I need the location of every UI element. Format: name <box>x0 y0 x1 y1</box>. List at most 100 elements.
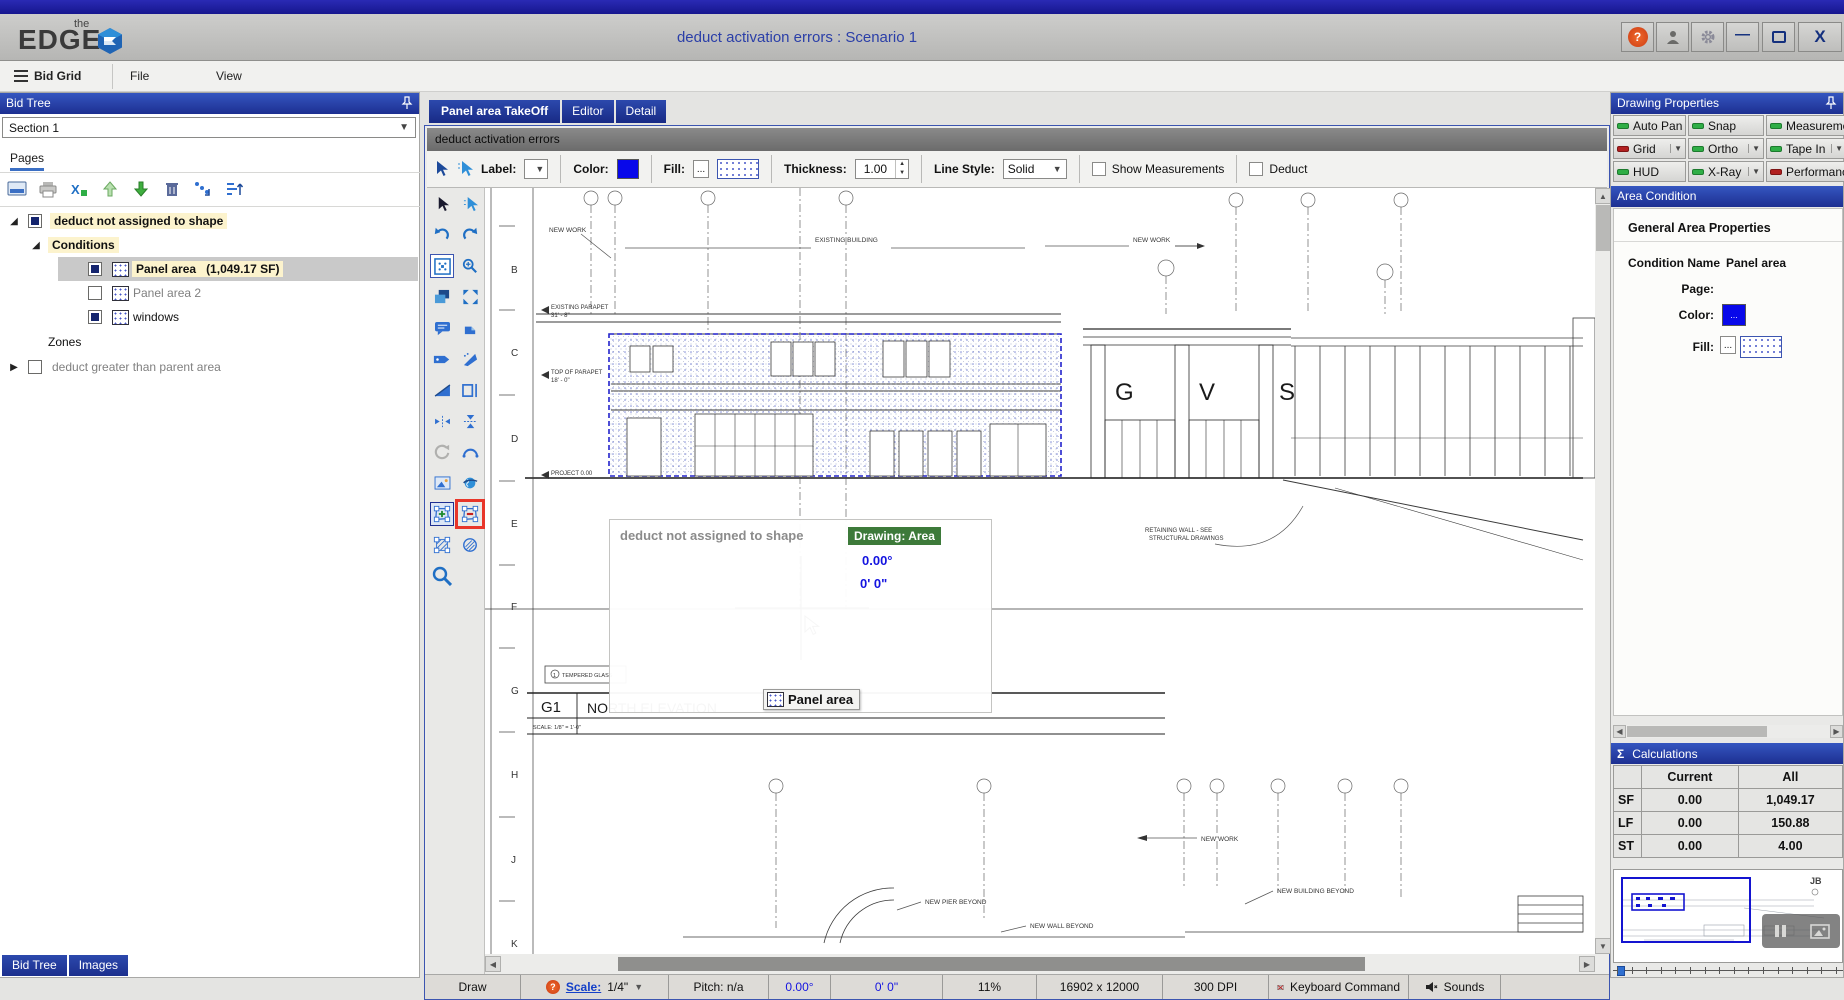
close-button[interactable]: X <box>1798 22 1842 52</box>
expander-icon[interactable]: ◢ <box>30 240 42 251</box>
scroll-left-icon[interactable]: ◀ <box>1613 725 1626 738</box>
pause-icon[interactable] <box>1773 923 1789 939</box>
scroll-right-icon[interactable]: ▶ <box>1830 725 1843 738</box>
tree-row-conditions[interactable]: ◢ Conditions <box>0 233 418 257</box>
tree-row-panel-area-2[interactable]: Panel area 2 <box>0 281 418 305</box>
status-scale[interactable]: ? Scale: 1/4" ▼ <box>521 975 669 999</box>
maximize-button[interactable] <box>1762 22 1795 52</box>
preview-icon[interactable] <box>6 179 28 199</box>
tree-row-windows[interactable]: windows <box>0 305 418 329</box>
minimize-button[interactable]: — <box>1726 22 1759 52</box>
fill-options-button[interactable]: ... <box>693 160 709 178</box>
tree-row-deduct-greater[interactable]: ▶ deduct greater than parent area <box>0 355 418 379</box>
layers-icon[interactable] <box>430 285 454 309</box>
user-account-button[interactable] <box>1656 22 1689 52</box>
rotate-icon[interactable] <box>430 440 454 464</box>
area-add-icon[interactable] <box>430 502 454 526</box>
move-up-icon[interactable] <box>99 179 121 199</box>
toggle-ortho[interactable]: Ortho▼ <box>1688 138 1764 159</box>
section-select[interactable]: Section 1▼ <box>2 117 416 138</box>
pin-icon[interactable] <box>401 96 413 110</box>
toggle-grid[interactable]: Grid▼ <box>1613 138 1686 159</box>
sort-icon[interactable] <box>223 179 245 199</box>
thickness-spinner[interactable]: 1.00 ▲▼ <box>855 159 909 179</box>
tab-editor[interactable]: Editor <box>562 100 613 123</box>
flip-horizontal-icon[interactable] <box>430 409 454 433</box>
select-cursor-icon[interactable] <box>433 160 449 178</box>
excel-export-icon[interactable]: X <box>68 179 90 199</box>
chevron-down-icon[interactable]: ▼ <box>1831 144 1843 153</box>
pan-select-cursor-icon[interactable] <box>458 192 482 216</box>
magnifier-icon[interactable] <box>430 564 454 588</box>
reorder-icon[interactable] <box>192 179 214 199</box>
print-icon[interactable] <box>37 179 59 199</box>
menu-bid-grid[interactable]: Bid Grid <box>4 61 91 91</box>
chevron-down-icon[interactable]: ▼ <box>634 982 643 992</box>
deduct-checkbox[interactable]: Deduct <box>1249 162 1307 176</box>
toggle-tape-in[interactable]: Tape In▼ <box>1766 138 1844 159</box>
pan-select-cursor-icon[interactable] <box>457 160 473 178</box>
tree-row-panel-area[interactable]: Panel area (1,049.17 SF) <box>0 257 418 281</box>
slider-handle[interactable] <box>1617 966 1625 976</box>
scroll-down-icon[interactable]: ▼ <box>1595 938 1611 954</box>
label-tag-icon[interactable] <box>430 347 454 371</box>
select-cursor-icon[interactable] <box>430 192 454 216</box>
flip-vertical-icon[interactable] <box>458 409 482 433</box>
scrollbar-thumb[interactable] <box>1596 205 1610 251</box>
settings-button[interactable] <box>1691 22 1724 52</box>
status-sounds[interactable]: Sounds <box>1409 975 1501 999</box>
tab-pages[interactable]: Pages <box>10 151 44 171</box>
toggle-auto-pan[interactable]: Auto Pan <box>1613 115 1686 136</box>
fill-pattern-swatch[interactable] <box>717 159 759 179</box>
area-deduct-icon[interactable] <box>458 502 482 526</box>
navigator-zoom-slider[interactable] <box>1613 965 1843 977</box>
tab-detail[interactable]: Detail <box>616 100 667 123</box>
hatch-area-icon[interactable] <box>430 533 454 557</box>
tree-row-zones[interactable]: Zones <box>0 329 418 355</box>
slope-icon[interactable] <box>430 378 454 402</box>
fill-options-button[interactable]: ... <box>1720 336 1736 354</box>
checkbox[interactable] <box>88 310 102 324</box>
properties-horizontal-scrollbar[interactable]: ◀ ▶ <box>1613 725 1843 738</box>
toggle-x-ray[interactable]: X-Ray▼ <box>1688 161 1764 182</box>
spray-icon[interactable] <box>458 347 482 371</box>
note-flip-icon[interactable] <box>458 316 482 340</box>
extend-rect-icon[interactable] <box>458 378 482 402</box>
redo-icon[interactable] <box>458 223 482 247</box>
spin-down-icon[interactable]: ▼ <box>896 169 908 178</box>
checkbox[interactable] <box>88 286 102 300</box>
condition-color-swatch[interactable]: ... <box>1722 304 1746 326</box>
show-measurements-checkbox[interactable]: Show Measurements <box>1092 162 1225 176</box>
line-style-dropdown[interactable]: Solid▼ <box>1003 159 1067 179</box>
comment-icon[interactable] <box>430 316 454 340</box>
scale-link[interactable]: Scale: <box>566 980 601 994</box>
chevron-down-icon[interactable]: ▼ <box>1748 144 1760 153</box>
scroll-up-icon[interactable]: ▲ <box>1595 188 1611 204</box>
expander-icon[interactable]: ▶ <box>8 362 20 373</box>
tab-panel-area-takeoff[interactable]: Panel area TakeOff <box>429 100 560 123</box>
scroll-left-icon[interactable]: ◀ <box>485 956 501 972</box>
toggle-snap[interactable]: Snap <box>1688 115 1764 136</box>
hatch-circle-icon[interactable] <box>458 533 482 557</box>
scrollbar-thumb[interactable] <box>618 957 1365 971</box>
checkbox[interactable] <box>28 360 42 374</box>
spin-up-icon[interactable]: ▲ <box>896 160 908 169</box>
scrollbar-thumb[interactable] <box>1627 726 1767 737</box>
sheet-navigator-thumbnail[interactable]: JB <box>1613 869 1843 963</box>
status-keyboard-command[interactable]: Keyboard Command <box>1269 975 1409 999</box>
menu-view[interactable]: View <box>206 61 252 91</box>
delete-icon[interactable] <box>161 179 183 199</box>
chevron-down-icon[interactable]: ▼ <box>1748 167 1760 176</box>
checkbox[interactable] <box>88 262 102 276</box>
tab-bid-tree[interactable]: Bid Tree <box>2 955 67 976</box>
canvas-vertical-scrollbar[interactable]: ▲ ▼ <box>1595 188 1611 954</box>
canvas-horizontal-scrollbar[interactable]: ◀ ▶ <box>485 956 1595 972</box>
expander-icon[interactable]: ◢ <box>8 216 20 227</box>
tree-row-deduct-not-assigned[interactable]: ◢ deduct not assigned to shape <box>0 209 418 233</box>
chevron-down-icon[interactable]: ▼ <box>1670 144 1682 153</box>
color-swatch[interactable] <box>617 159 639 179</box>
pin-icon[interactable] <box>1825 96 1837 110</box>
undo-icon[interactable] <box>430 223 454 247</box>
menu-file[interactable]: File <box>120 61 159 91</box>
condition-fill-swatch[interactable] <box>1740 336 1782 358</box>
